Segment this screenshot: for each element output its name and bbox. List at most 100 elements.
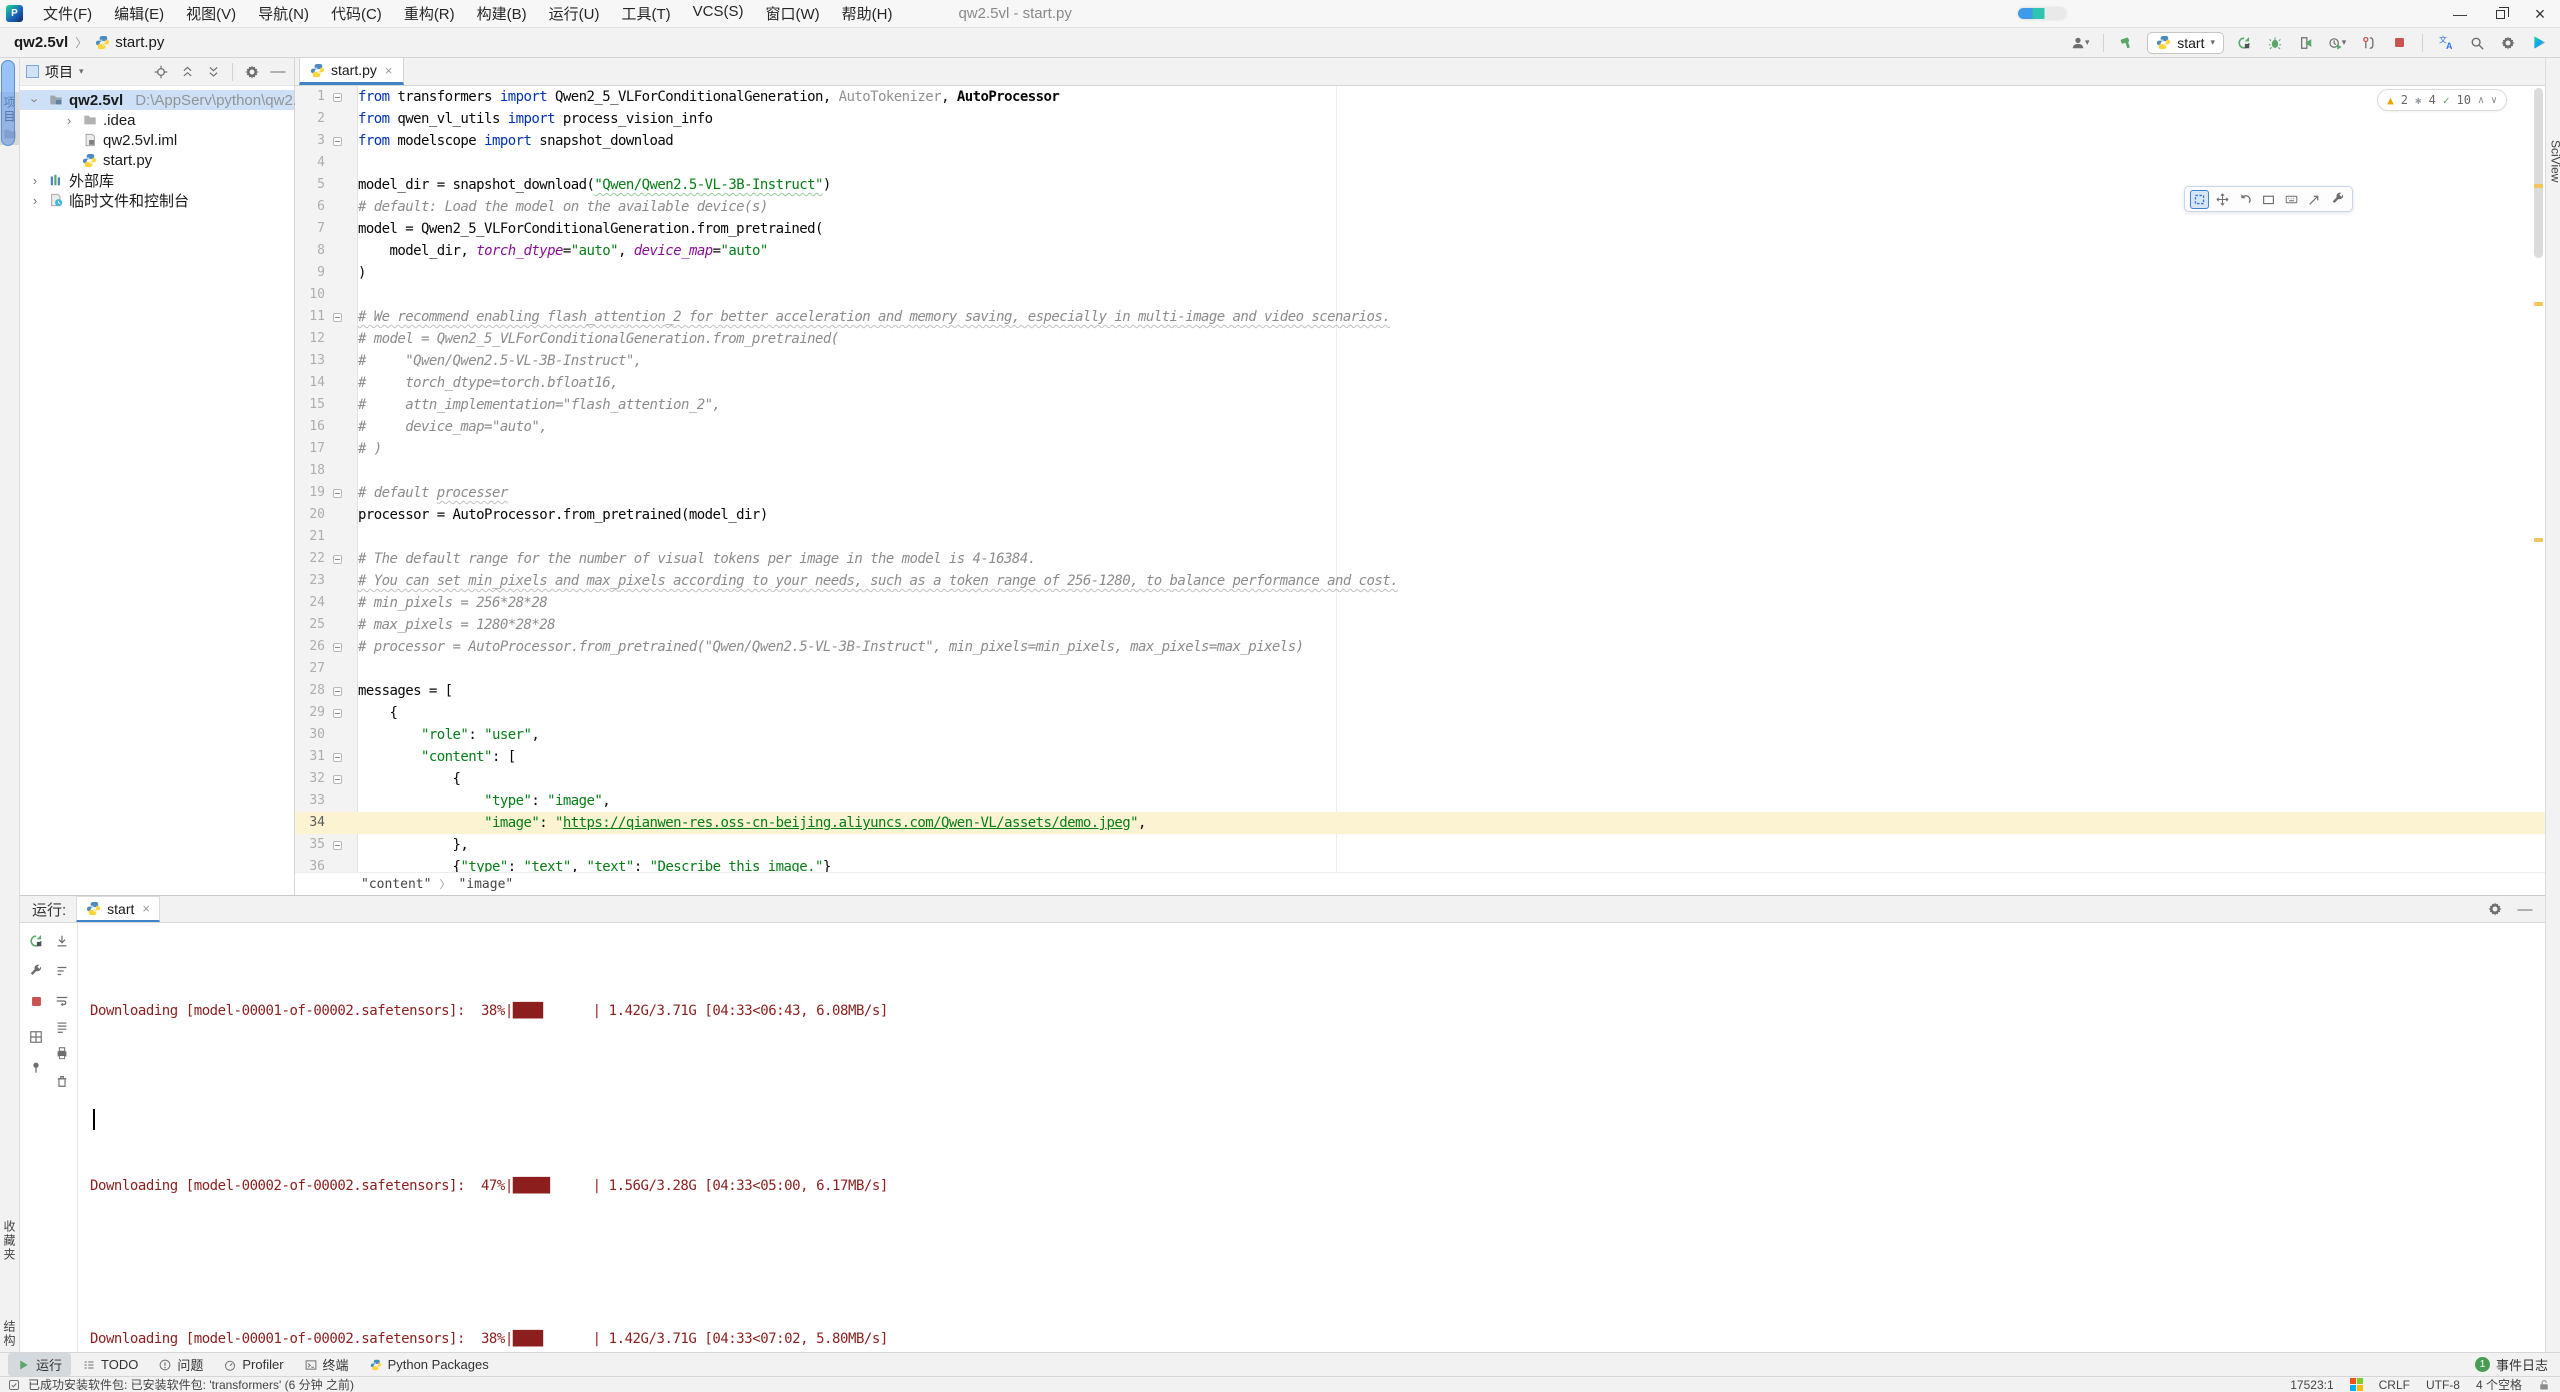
scrollbar-warning-mark[interactable] [2534, 538, 2543, 542]
prev-problem-icon[interactable]: ∧ [2478, 95, 2484, 106]
code-line-21[interactable]: 21 [295, 526, 2545, 548]
editor-tab-startpy[interactable]: start.py × [299, 58, 404, 85]
panel-settings-gear-icon[interactable] [242, 62, 262, 82]
code-line-13[interactable]: 13 # "Qwen/Qwen2.5-VL-3B-Instruct", [295, 350, 2545, 372]
stripe-button-structure[interactable]: 结构 [0, 1316, 19, 1352]
code-editor[interactable]: 1 from transformers import Qwen2_5_VLForC… [295, 86, 2545, 872]
toolwindow-button-terminal[interactable]: 终端 [295, 1353, 358, 1376]
code-line-1[interactable]: 1 from transformers import Qwen2_5_VLForC… [295, 86, 2545, 108]
caret-position-widget[interactable]: 17523:1 [2290, 1378, 2333, 1392]
list-icon[interactable] [52, 1017, 72, 1037]
toolwindow-button-python-packages[interactable]: Python Packages [360, 1355, 498, 1374]
code-line-7[interactable]: 7 model = Qwen2_5_VLForConditionalGenerat… [295, 218, 2545, 240]
code-line-9[interactable]: 9) [295, 262, 2545, 284]
editor-scrollbar[interactable] [2531, 86, 2545, 872]
fold-marker-icon[interactable] [333, 554, 342, 564]
code-line-17[interactable]: 17 # ) [295, 438, 2545, 460]
run-button[interactable] [2233, 32, 2255, 54]
tree-toggle-icon[interactable]: › [28, 93, 43, 107]
toolwindow-button-todo[interactable]: TODO [73, 1355, 147, 1374]
code-line-11[interactable]: 11 # We recommend enabling flash_attentio… [295, 306, 2545, 328]
menu-工具[interactable]: 工具(T) [611, 0, 680, 27]
toolwindow-button-problems[interactable]: 问题 [149, 1353, 212, 1376]
stripe-button-sciview[interactable]: SciView [2546, 136, 2560, 186]
build-hammer-icon[interactable] [2116, 32, 2138, 54]
code-line-22[interactable]: 22 # The default range for the number of … [295, 548, 2545, 570]
fold-marker-icon[interactable] [333, 708, 342, 718]
search-everywhere-icon[interactable] [2466, 32, 2488, 54]
code-line-15[interactable]: 15 # attn_implementation="flash_attention… [295, 394, 2545, 416]
code-line-14[interactable]: 14 # torch_dtype=torch.bfloat16, [295, 372, 2545, 394]
windows-defender-icon[interactable] [2349, 1378, 2363, 1391]
profile-run-icon[interactable]: ▾ [2326, 32, 2348, 54]
menu-窗口[interactable]: 窗口(W) [755, 0, 829, 27]
readonly-lock-icon[interactable] [2538, 1379, 2550, 1391]
move-tool-icon[interactable] [2213, 190, 2232, 209]
code-line-27[interactable]: 27 [295, 658, 2545, 680]
minimize-button[interactable]: — [2440, 0, 2480, 28]
code-line-24[interactable]: 24 # min_pixels = 256*28*28 [295, 592, 2545, 614]
close-tab-icon[interactable]: × [385, 63, 393, 78]
code-line-16[interactable]: 16 # device_map="auto", [295, 416, 2545, 438]
run-configuration-select[interactable]: start ▾ [2147, 31, 2224, 54]
pin-icon[interactable] [26, 1057, 46, 1077]
layout-icon[interactable] [26, 1027, 46, 1047]
code-line-12[interactable]: 12 # model = Qwen2_5_VLForConditionalGene… [295, 328, 2545, 350]
fold-marker-icon[interactable] [333, 686, 342, 696]
stop-button[interactable] [2388, 32, 2410, 54]
menu-构建[interactable]: 构建(B) [467, 0, 537, 27]
frame-tool-icon[interactable] [2259, 190, 2278, 209]
softwrap-icon[interactable] [52, 991, 72, 1011]
selection-tool-icon[interactable] [2190, 189, 2209, 209]
tree-toggle-icon[interactable]: › [28, 193, 42, 208]
code-line-3[interactable]: 3 from modelscope import snapshot_downloa… [295, 130, 2545, 152]
fold-marker-icon[interactable] [333, 774, 342, 784]
menu-编辑[interactable]: 编辑(E) [104, 0, 174, 27]
tree-toggle-icon[interactable]: › [28, 173, 42, 188]
menu-运行[interactable]: 运行(U) [539, 0, 610, 27]
tree-item-qw2.5vl.iml[interactable]: qw2.5vl.iml [20, 130, 294, 150]
code-line-23[interactable]: 23 # You can set min_pixels and max_pixel… [295, 570, 2545, 592]
breadcrumb-content[interactable]: "content" [361, 877, 431, 892]
inspections-widget[interactable]: ▲ 2 ✱ 4 ✓ 10 ∧ ∨ [2377, 89, 2507, 111]
menu-代码[interactable]: 代码(C) [321, 0, 392, 27]
fold-marker-icon[interactable] [333, 312, 342, 322]
scrollbar-thumb[interactable] [2534, 88, 2543, 258]
scrollbar-warning-mark[interactable] [2534, 184, 2543, 188]
code-line-26[interactable]: 26 # processor = AutoProcessor.from_pretr… [295, 636, 2545, 658]
user-account-icon[interactable]: ▾ [2069, 32, 2091, 54]
fold-marker-icon[interactable] [333, 136, 342, 146]
undo-tool-icon[interactable] [2236, 190, 2255, 209]
tree-item-qw2.5vl[interactable]: › qw2.5vl D:\AppServ\python\qw2.5vl [20, 90, 316, 110]
stripe-button-favorites[interactable]: 收藏夹 [0, 1216, 19, 1266]
expand-all-icon[interactable] [177, 62, 197, 82]
console-output[interactable]: Downloading [model-00001-of-00002.safete… [78, 923, 2545, 1352]
next-problem-icon[interactable]: ∨ [2491, 95, 2497, 106]
keyboard-tool-icon[interactable] [2282, 190, 2301, 209]
translate-icon[interactable]: 文A [2435, 32, 2457, 54]
console-settings-gear-icon[interactable] [2485, 899, 2505, 919]
scrollbar-warning-mark[interactable] [2534, 302, 2543, 306]
code-line-31[interactable]: 31 "content": [ [295, 746, 2545, 768]
breadcrumb-file[interactable]: start.py [94, 34, 164, 51]
toolwindow-button-run[interactable]: 运行 [8, 1353, 72, 1376]
code-line-29[interactable]: 29 { [295, 702, 2545, 724]
indent-widget[interactable]: 4 个空格 [2476, 1376, 2522, 1392]
tree-item-外部库[interactable]: › 外部库 [20, 170, 294, 190]
attach-profiler-icon[interactable] [2357, 32, 2379, 54]
project-panel-title[interactable]: 项目 [45, 62, 73, 82]
code-line-2[interactable]: 2 from qwen_vl_utils import process_visio… [295, 108, 2545, 130]
toolwindow-button-profiler[interactable]: Profiler [214, 1355, 292, 1374]
trash-icon[interactable] [52, 1071, 72, 1091]
menu-VCS[interactable]: VCS(S) [683, 0, 754, 27]
encoding-widget[interactable]: UTF-8 [2426, 1378, 2460, 1392]
rerun-icon[interactable] [26, 931, 46, 951]
code-line-28[interactable]: 28 messages = [ [295, 680, 2545, 702]
settings-gear-icon[interactable] [2497, 32, 2519, 54]
code-line-35[interactable]: 35 }, [295, 834, 2545, 856]
tree-item-start.py[interactable]: start.py [20, 150, 294, 170]
tree-toggle-icon[interactable]: › [62, 113, 76, 128]
debug-button[interactable] [2264, 32, 2286, 54]
tool-settings-wrench-icon[interactable] [2328, 190, 2347, 209]
fold-marker-icon[interactable] [333, 488, 342, 498]
